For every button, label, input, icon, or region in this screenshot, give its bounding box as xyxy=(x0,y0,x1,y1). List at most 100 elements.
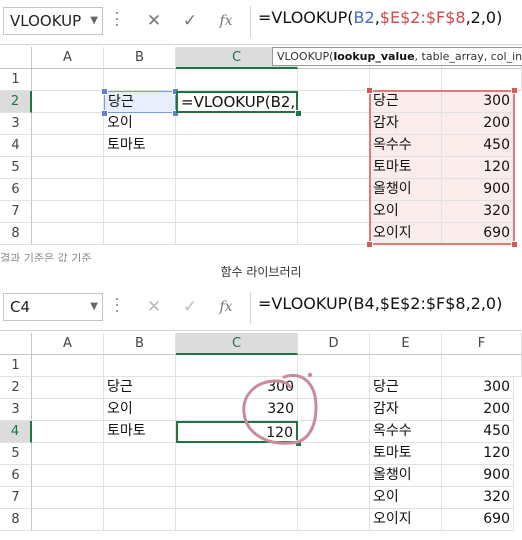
cell[interactable] xyxy=(104,157,176,179)
cell[interactable] xyxy=(176,509,298,531)
cell[interactable] xyxy=(298,201,370,223)
drag-handle-icon[interactable] xyxy=(115,298,119,318)
row-header-1[interactable]: 1 xyxy=(0,355,32,377)
cell[interactable] xyxy=(104,179,176,201)
cell[interactable] xyxy=(104,201,176,223)
cell[interactable] xyxy=(32,465,104,487)
cell-e2[interactable]: 당근 xyxy=(370,377,442,399)
cancel-icon[interactable]: ✕ xyxy=(140,295,168,319)
cell[interactable] xyxy=(32,421,104,443)
cell[interactable] xyxy=(32,355,104,377)
cell-f8[interactable]: 690 xyxy=(442,509,514,531)
select-all-corner[interactable] xyxy=(0,47,32,69)
row-header-8[interactable]: 8 xyxy=(0,223,32,245)
cell[interactable] xyxy=(176,223,298,245)
cell[interactable] xyxy=(32,443,104,465)
cell[interactable] xyxy=(298,69,370,91)
cell[interactable] xyxy=(298,465,370,487)
column-header-b[interactable]: B xyxy=(104,333,176,355)
cell[interactable] xyxy=(298,157,370,179)
cell-f6[interactable]: 900 xyxy=(442,465,514,487)
cell[interactable] xyxy=(104,443,176,465)
cell[interactable] xyxy=(442,69,522,91)
cell[interactable] xyxy=(370,69,442,91)
cell[interactable] xyxy=(104,355,176,377)
name-box[interactable]: C4 ▼ xyxy=(3,293,103,321)
column-header-e[interactable]: E xyxy=(370,333,442,355)
row-header-7[interactable]: 7 xyxy=(0,201,32,223)
row-header-6[interactable]: 6 xyxy=(0,179,32,201)
cell[interactable] xyxy=(176,487,298,509)
cell-e8[interactable]: 오이지 xyxy=(370,509,442,531)
cell[interactable] xyxy=(298,509,370,531)
cell[interactable] xyxy=(32,135,104,157)
range-handle[interactable] xyxy=(511,87,518,94)
cell[interactable] xyxy=(298,487,370,509)
range-handle[interactable] xyxy=(366,241,373,248)
cell[interactable] xyxy=(104,487,176,509)
cell-f3[interactable]: 200 xyxy=(442,399,514,421)
cell[interactable] xyxy=(32,223,104,245)
cell[interactable] xyxy=(298,113,370,135)
row-header-5[interactable]: 5 xyxy=(0,157,32,179)
cell[interactable] xyxy=(298,179,370,201)
column-header-d[interactable]: D xyxy=(298,333,370,355)
cell-e3[interactable]: 감자 xyxy=(370,399,442,421)
row-header-8[interactable]: 8 xyxy=(0,509,32,531)
select-all-corner[interactable] xyxy=(0,333,32,355)
cell[interactable] xyxy=(32,113,104,135)
cell[interactable] xyxy=(32,509,104,531)
cell-b2[interactable]: 당근 xyxy=(104,91,176,113)
cell[interactable] xyxy=(176,135,298,157)
cell-b2[interactable]: 당근 xyxy=(104,377,176,399)
cell[interactable] xyxy=(32,91,104,113)
cell[interactable] xyxy=(104,509,176,531)
cell[interactable] xyxy=(442,355,522,377)
formula-bar[interactable]: =VLOOKUP(B2,$E$2:$F$8,2,0) xyxy=(258,8,502,27)
cell-f2[interactable]: 300 xyxy=(442,377,514,399)
cell-e7[interactable]: 오이 xyxy=(370,487,442,509)
cell[interactable] xyxy=(298,91,370,113)
cell[interactable] xyxy=(104,69,176,91)
column-header-b[interactable]: B xyxy=(104,47,176,69)
cell[interactable] xyxy=(176,69,298,91)
column-header-a[interactable]: A xyxy=(32,47,104,69)
cell-e5[interactable]: 토마토 xyxy=(370,443,442,465)
range-handle[interactable] xyxy=(366,87,373,94)
formula-bar[interactable]: =VLOOKUP(B4,$E$2:$F$8,2,0) xyxy=(258,294,502,313)
cell[interactable] xyxy=(176,201,298,223)
cell[interactable] xyxy=(32,377,104,399)
cell[interactable] xyxy=(32,399,104,421)
insert-function-icon[interactable]: fx xyxy=(212,295,240,319)
cell-b3[interactable]: 오이 xyxy=(104,113,176,135)
cancel-icon[interactable]: ✕ xyxy=(140,9,168,33)
cell-b4[interactable]: 토마토 xyxy=(104,135,176,157)
enter-icon[interactable]: ✓ xyxy=(176,295,204,319)
cell[interactable] xyxy=(298,135,370,157)
cell[interactable] xyxy=(32,201,104,223)
cell[interactable] xyxy=(104,223,176,245)
cell-f5[interactable]: 120 xyxy=(442,443,514,465)
cell[interactable] xyxy=(176,113,298,135)
row-header-1[interactable]: 1 xyxy=(0,69,32,91)
cell-e4[interactable]: 옥수수 xyxy=(370,421,442,443)
row-header-2[interactable]: 2 xyxy=(0,91,32,113)
cell[interactable] xyxy=(32,487,104,509)
cell[interactable] xyxy=(176,465,298,487)
enter-icon[interactable]: ✓ xyxy=(176,9,204,33)
range-handle[interactable] xyxy=(101,88,108,95)
range-handle[interactable] xyxy=(101,110,108,117)
name-box[interactable]: VLOOKUP ▼ xyxy=(3,7,103,35)
cell[interactable] xyxy=(104,465,176,487)
name-box-dropdown-icon[interactable]: ▼ xyxy=(90,301,98,312)
row-header-4[interactable]: 4 xyxy=(0,135,32,157)
row-header-5[interactable]: 5 xyxy=(0,443,32,465)
cell[interactable] xyxy=(176,179,298,201)
cell[interactable] xyxy=(32,157,104,179)
cell-b4[interactable]: 토마토 xyxy=(104,421,176,443)
insert-function-icon[interactable]: fx xyxy=(212,9,240,33)
column-header-a[interactable]: A xyxy=(32,333,104,355)
row-header-3[interactable]: 3 xyxy=(0,399,32,421)
cell-e6[interactable]: 올챙이 xyxy=(370,465,442,487)
cell[interactable] xyxy=(298,223,370,245)
